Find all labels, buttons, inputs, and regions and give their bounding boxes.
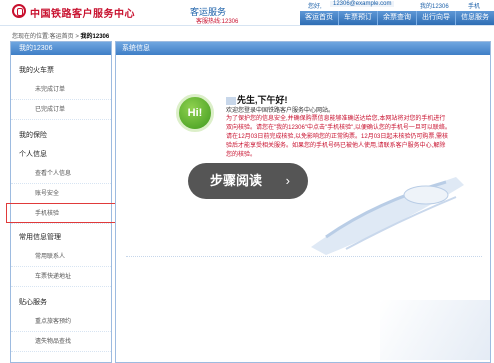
sidebar-title: 我的12306	[11, 42, 111, 55]
train-illustration-icon	[311, 177, 464, 255]
breadcrumb-prefix: 您现在的位置:	[12, 34, 50, 40]
main-nav: 客运首页 车票预订 余票查询 出行向导 信息服务	[300, 11, 494, 25]
sidebar-item-account-security[interactable]: 账号安全	[11, 184, 111, 204]
breadcrumb-current: 我的12306	[80, 34, 110, 40]
sidebar-item-priority-passenger[interactable]: 重点旅客预约	[11, 312, 111, 332]
verification-notice: 为了保护您的信息安全,并确保购票信息能够准确送达给您,本网站将对您的手机进行双向…	[226, 116, 451, 158]
top-user-email[interactable]: 12306@example.com	[330, 1, 395, 7]
sidebar-group-common-info[interactable]: 常用信息管理	[11, 228, 111, 247]
breadcrumb-home-link[interactable]: 客运首页	[50, 34, 74, 40]
sidebar-item-contacts[interactable]: 常用联系人	[11, 247, 111, 267]
nav-item-info-service[interactable]: 信息服务	[455, 11, 494, 25]
sidebar-group-caring-service[interactable]: 贴心服务	[11, 293, 111, 312]
divider	[126, 256, 482, 257]
nav-item-travel-guide[interactable]: 出行向导	[416, 11, 455, 25]
step-reading-button[interactable]: 步骤阅读 ›	[188, 163, 308, 199]
brand-title: 中国铁路客户服务中心	[30, 9, 135, 20]
sidebar-item-finished-orders[interactable]: 已完成订单	[11, 100, 111, 120]
sidebar-group-personal-info[interactable]: 个人信息	[11, 145, 111, 164]
railway-logo-icon	[12, 4, 26, 18]
nav-item-home[interactable]: 客运首页	[300, 11, 338, 25]
sidebar-item-lost-found[interactable]: 遗失物品查找	[11, 332, 111, 352]
sidebar-item-delivery-address[interactable]: 车票快递地址	[11, 267, 111, 287]
hi-badge-icon: Hi!	[176, 94, 214, 132]
breadcrumb-separator: >	[73, 34, 81, 40]
top-my-12306-link[interactable]: 我的12306	[420, 1, 449, 10]
sidebar-group-insurance[interactable]: 我的保险	[11, 126, 111, 145]
breadcrumb: 您现在的位置:客运首页 > 我的12306	[12, 31, 109, 40]
top-mobile-link[interactable]: 手机	[468, 1, 480, 10]
chevron-right-icon: ›	[285, 173, 290, 188]
welcome-text: 欢迎您登录中国铁路客户服务中心网站。	[226, 108, 335, 114]
nav-item-booking[interactable]: 车票预订	[338, 11, 377, 25]
site-header: 中国铁路客户服务中心 客运服务 客服热线:12306 您好, 12306@exa…	[0, 0, 494, 26]
sidebar-group-tickets[interactable]: 我的火车票	[11, 61, 111, 80]
sidebar-item-unfinished-orders[interactable]: 未完成订单	[11, 80, 111, 100]
step-reading-label: 步骤阅读	[210, 173, 263, 188]
top-user-greeting: 您好,	[308, 4, 322, 10]
sidebar-item-view-personal-info[interactable]: 查看个人信息	[11, 164, 111, 184]
greeting-label: 先生,下午好!	[237, 95, 288, 105]
decorative-fade	[380, 300, 490, 360]
highlight-box	[6, 203, 120, 223]
masked-name	[226, 96, 236, 105]
hotline-text: 客服热线:12306	[196, 19, 239, 25]
panel-title: 系统信息	[116, 42, 490, 55]
nav-item-ticket-query[interactable]: 余票查询	[377, 11, 416, 25]
sidebar: 我的12306 我的火车票 未完成订单 已完成订单 我的保险 个人信息 查看个人…	[10, 41, 112, 363]
